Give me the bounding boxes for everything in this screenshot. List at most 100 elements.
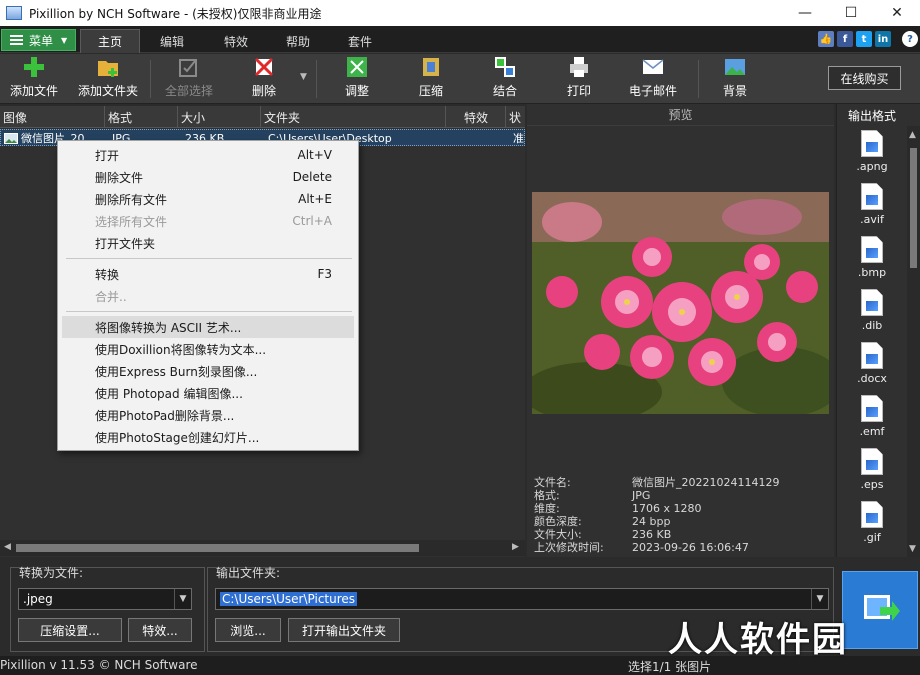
info-key: 格式:	[534, 489, 560, 502]
column-status[interactable]: 状	[506, 106, 525, 128]
info-row: 颜色深度: 24 bpp	[534, 515, 834, 528]
browse-button[interactable]: 浏览...	[215, 618, 281, 642]
menu-item-ascii-art[interactable]: 将图像转换为 ASCII 艺术...	[62, 316, 354, 338]
delete-dropdown-icon[interactable]: ▼	[300, 72, 307, 82]
menu-item-open[interactable]: 打开 Alt+V	[62, 144, 354, 166]
column-effects[interactable]: 特效	[446, 106, 506, 128]
minimize-button[interactable]: —	[782, 0, 828, 26]
output-folder-field[interactable]: C:\Users\User\Pictures ▼	[215, 588, 829, 610]
tab-help[interactable]: 帮助	[270, 29, 326, 53]
delete-button[interactable]: 删除	[238, 56, 290, 102]
column-size[interactable]: 大小	[178, 106, 261, 128]
scroll-left-icon[interactable]: ◀	[4, 542, 11, 552]
column-folder[interactable]: 文件夹	[261, 106, 446, 128]
menu-item-doxillion[interactable]: 使用Doxillion将图像转为文本...	[62, 338, 354, 360]
scroll-up-icon[interactable]: ▲	[909, 130, 916, 140]
column-format[interactable]: 格式	[105, 106, 178, 128]
watermark: 人人软件园	[668, 620, 848, 660]
info-value: 24 bpp	[632, 515, 671, 528]
menu-item-convert[interactable]: 转换 F3	[62, 263, 354, 285]
tab-home[interactable]: 主页	[80, 29, 140, 53]
scroll-down-icon[interactable]: ▼	[909, 544, 916, 554]
facebook-icon[interactable]: f	[837, 31, 853, 47]
like-icon[interactable]: 👍	[818, 31, 834, 47]
menu-item-label: 使用Express Burn刻录图像...	[95, 364, 258, 379]
column-image[interactable]: 图像	[0, 106, 105, 128]
format-docx[interactable]: .docx	[851, 342, 893, 385]
format-avif[interactable]: .avif	[851, 183, 893, 226]
select-all-button[interactable]: 全部选择	[160, 56, 218, 102]
menu-item-express-burn[interactable]: 使用Express Burn刻录图像...	[62, 360, 354, 382]
scrollbar-thumb[interactable]	[910, 148, 917, 268]
folder-add-icon	[96, 55, 120, 79]
toolbar-divider	[698, 60, 699, 98]
close-button[interactable]: ✕	[874, 0, 920, 26]
format-label: .bmp	[857, 266, 887, 279]
adjust-button[interactable]: 调整	[332, 56, 382, 102]
file-effects-cell	[453, 130, 503, 146]
compress-button[interactable]: 压缩	[406, 56, 456, 102]
menu-item-delete-file[interactable]: 删除文件 Delete	[62, 166, 354, 188]
format-emf[interactable]: .emf	[851, 395, 893, 438]
tab-suite[interactable]: 套件	[332, 29, 388, 53]
printer-icon	[567, 55, 591, 79]
tab-effects[interactable]: 特效	[208, 29, 264, 53]
horizontal-scrollbar[interactable]: ◀ ▶	[0, 540, 525, 556]
caret-down-icon: ▼	[61, 35, 68, 45]
background-button[interactable]: 背景	[710, 56, 760, 102]
open-output-folder-button[interactable]: 打开输出文件夹	[288, 618, 400, 642]
convert-button[interactable]	[842, 571, 918, 649]
maximize-button[interactable]: ☐	[828, 0, 874, 26]
preview-panel: 预览 文件名: 微信图片_20221024114129 格式: JPG 维度: …	[527, 104, 834, 557]
add-file-label: 添加文件	[9, 84, 58, 98]
menu-item-delete-all[interactable]: 删除所有文件 Alt+E	[62, 188, 354, 210]
format-dib[interactable]: .dib	[851, 289, 893, 332]
output-formats-title: 输出格式	[847, 108, 896, 123]
combine-label: 结合	[492, 84, 517, 98]
format-gif[interactable]: .gif	[851, 501, 893, 544]
scrollbar-thumb[interactable]	[16, 544, 419, 552]
envelope-icon	[641, 55, 665, 79]
print-button[interactable]: 打印	[554, 56, 604, 102]
menu-item-shortcut: Alt+E	[298, 192, 332, 206]
menu-item-photopad-edit[interactable]: 使用 Photopad 编辑图像...	[62, 382, 354, 404]
menu-item-label: 打开	[95, 148, 120, 163]
tab-edit[interactable]: 编辑	[144, 29, 200, 53]
linkedin-icon[interactable]: in	[875, 31, 891, 47]
combine-button[interactable]: 结合	[480, 56, 530, 102]
image-file-icon	[861, 501, 883, 528]
add-folder-button[interactable]: 添加文件夹	[76, 56, 140, 102]
effects-button[interactable]: 特效...	[128, 618, 192, 642]
menu-item-photostage[interactable]: 使用PhotoStage创建幻灯片...	[62, 426, 354, 448]
add-folder-label: 添加文件夹	[77, 84, 138, 98]
menu-separator	[66, 258, 352, 259]
format-bmp[interactable]: .bmp	[851, 236, 893, 279]
menu-item-label: 转换	[95, 267, 120, 282]
menu-item-photopad-remove-bg[interactable]: 使用PhotoPad删除背景...	[62, 404, 354, 426]
scroll-right-icon[interactable]: ▶	[512, 542, 519, 552]
image-file-icon	[861, 395, 883, 422]
add-file-button[interactable]: 添加文件	[6, 56, 62, 102]
format-apng[interactable]: .apng	[851, 130, 893, 173]
buy-online-button[interactable]: 在线购买	[828, 66, 901, 90]
print-label: 打印	[566, 84, 591, 98]
menu-item-label: 使用PhotoPad删除背景...	[95, 408, 235, 423]
email-button[interactable]: 电子邮件	[622, 56, 684, 102]
info-value: 2023-09-26 16:06:47	[632, 541, 749, 554]
help-icon[interactable]: ?	[902, 31, 918, 47]
delete-icon	[252, 55, 276, 79]
compress-settings-button[interactable]: 压缩设置...	[18, 618, 122, 642]
format-label: .eps	[860, 478, 884, 491]
menu-item-open-folder[interactable]: 打开文件夹	[62, 232, 354, 254]
info-key: 颜色深度:	[534, 515, 582, 528]
image-file-icon	[861, 342, 883, 369]
format-select[interactable]: .jpeg ▼	[18, 588, 192, 610]
format-label: .gif	[863, 531, 881, 544]
main-menu-button[interactable]: 菜单 ▼	[1, 29, 76, 51]
convert-to-label: 转换为文件:	[19, 566, 84, 580]
twitter-icon[interactable]: t	[856, 31, 872, 47]
format-eps[interactable]: .eps	[851, 448, 893, 491]
toolbar: 添加文件 添加文件夹 全部选择 删除 ▼ 调整 压缩 结合 打印 电子邮件 背景…	[0, 54, 920, 104]
vertical-scrollbar[interactable]: ▲ ▼	[907, 126, 920, 557]
info-value: 1706 x 1280	[632, 502, 702, 515]
